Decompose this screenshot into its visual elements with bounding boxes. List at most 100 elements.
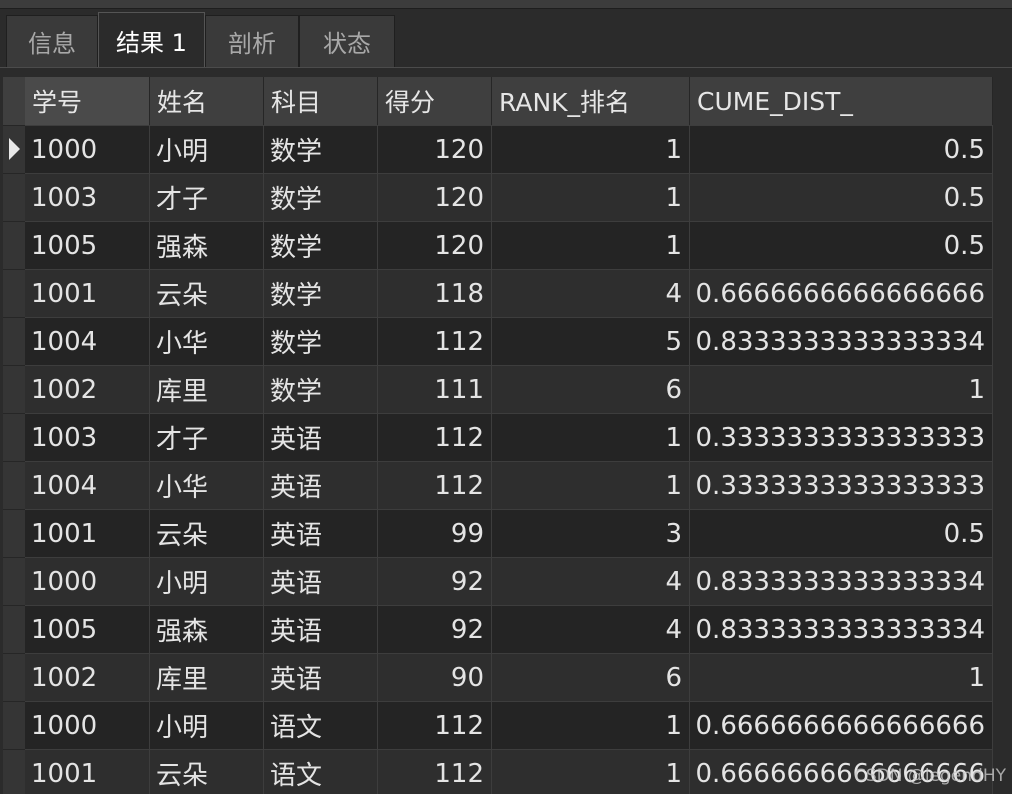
cell-student-id[interactable]: 1003 — [25, 413, 150, 461]
cell-score[interactable]: 112 — [378, 461, 492, 509]
cell-cume-dist[interactable]: 0.5 — [690, 221, 993, 269]
cell-rank[interactable]: 1 — [492, 125, 690, 173]
cell-name[interactable]: 强森 — [150, 221, 264, 269]
cell-subject[interactable]: 语文 — [264, 701, 378, 749]
cell-student-id[interactable]: 1001 — [25, 749, 150, 794]
cell-rank[interactable]: 1 — [492, 413, 690, 461]
cell-score[interactable]: 112 — [378, 749, 492, 794]
cell-subject[interactable]: 英语 — [264, 557, 378, 605]
row-selector[interactable] — [3, 461, 25, 509]
cell-subject[interactable]: 数学 — [264, 269, 378, 317]
cell-subject[interactable]: 语文 — [264, 749, 378, 794]
tab-info[interactable]: 信息 — [6, 15, 98, 67]
cell-rank[interactable]: 6 — [492, 653, 690, 701]
row-selector[interactable] — [3, 701, 25, 749]
cell-subject[interactable]: 英语 — [264, 605, 378, 653]
cell-score[interactable]: 99 — [378, 509, 492, 557]
cell-subject[interactable]: 英语 — [264, 461, 378, 509]
header-col-subject[interactable]: 科目 — [264, 77, 378, 125]
cell-cume-dist[interactable]: 0.8333333333333334 — [690, 317, 993, 365]
cell-cume-dist[interactable]: 0.5 — [690, 125, 993, 173]
cell-cume-dist[interactable]: 1 — [690, 365, 993, 413]
cell-rank[interactable]: 1 — [492, 173, 690, 221]
tab-result-1[interactable]: 结果 1 — [98, 12, 205, 67]
cell-name[interactable]: 才子 — [150, 413, 264, 461]
cell-rank[interactable]: 5 — [492, 317, 690, 365]
header-col-score[interactable]: 得分 — [378, 77, 492, 125]
cell-name[interactable]: 小华 — [150, 461, 264, 509]
row-selector[interactable] — [3, 749, 25, 794]
cell-subject[interactable]: 英语 — [264, 509, 378, 557]
header-col-student-id[interactable]: 学号 — [25, 77, 150, 125]
row-selector[interactable] — [3, 125, 25, 173]
cell-student-id[interactable]: 1002 — [25, 365, 150, 413]
cell-cume-dist[interactable]: 0.5 — [690, 509, 993, 557]
cell-name[interactable]: 强森 — [150, 605, 264, 653]
cell-score[interactable]: 120 — [378, 173, 492, 221]
cell-cume-dist[interactable]: 0.5 — [690, 173, 993, 221]
cell-student-id[interactable]: 1004 — [25, 461, 150, 509]
cell-rank[interactable]: 1 — [492, 749, 690, 794]
row-selector[interactable] — [3, 413, 25, 461]
cell-subject[interactable]: 数学 — [264, 317, 378, 365]
cell-subject[interactable]: 英语 — [264, 413, 378, 461]
cell-student-id[interactable]: 1001 — [25, 269, 150, 317]
cell-student-id[interactable]: 1000 — [25, 557, 150, 605]
cell-subject[interactable]: 数学 — [264, 221, 378, 269]
cell-score[interactable]: 92 — [378, 557, 492, 605]
row-selector[interactable] — [3, 365, 25, 413]
row-selector[interactable] — [3, 605, 25, 653]
row-selector[interactable] — [3, 221, 25, 269]
cell-subject[interactable]: 数学 — [264, 173, 378, 221]
cell-subject[interactable]: 数学 — [264, 365, 378, 413]
cell-score[interactable]: 120 — [378, 125, 492, 173]
cell-student-id[interactable]: 1000 — [25, 125, 150, 173]
cell-name[interactable]: 小明 — [150, 557, 264, 605]
tab-profile[interactable]: 剖析 — [205, 15, 299, 67]
cell-student-id[interactable]: 1005 — [25, 605, 150, 653]
cell-score[interactable]: 120 — [378, 221, 492, 269]
cell-cume-dist[interactable]: 0.8333333333333334 — [690, 557, 993, 605]
cell-score[interactable]: 112 — [378, 317, 492, 365]
cell-cume-dist[interactable]: 0.6666666666666666 — [690, 701, 993, 749]
cell-cume-dist[interactable]: 0.3333333333333333 — [690, 461, 993, 509]
header-col-name[interactable]: 姓名 — [150, 77, 264, 125]
row-selector[interactable] — [3, 557, 25, 605]
cell-subject[interactable]: 英语 — [264, 653, 378, 701]
row-selector[interactable] — [3, 269, 25, 317]
cell-rank[interactable]: 4 — [492, 557, 690, 605]
cell-name[interactable]: 云朵 — [150, 509, 264, 557]
cell-student-id[interactable]: 1003 — [25, 173, 150, 221]
cell-student-id[interactable]: 1004 — [25, 317, 150, 365]
cell-cume-dist[interactable]: 0.8333333333333334 — [690, 605, 993, 653]
cell-subject[interactable]: 数学 — [264, 125, 378, 173]
cell-score[interactable]: 118 — [378, 269, 492, 317]
cell-name[interactable]: 才子 — [150, 173, 264, 221]
cell-score[interactable]: 111 — [378, 365, 492, 413]
cell-cume-dist[interactable]: 0.6666666666666666 — [690, 269, 993, 317]
cell-rank[interactable]: 1 — [492, 221, 690, 269]
cell-rank[interactable]: 4 — [492, 269, 690, 317]
tab-status[interactable]: 状态 — [299, 15, 395, 67]
row-selector[interactable] — [3, 173, 25, 221]
header-col-rank[interactable]: RANK_排名 — [492, 77, 690, 125]
cell-cume-dist[interactable]: 0.3333333333333333 — [690, 413, 993, 461]
row-selector[interactable] — [3, 317, 25, 365]
cell-name[interactable]: 云朵 — [150, 269, 264, 317]
cell-score[interactable]: 92 — [378, 605, 492, 653]
row-selector[interactable] — [3, 653, 25, 701]
cell-rank[interactable]: 4 — [492, 605, 690, 653]
cell-student-id[interactable]: 1001 — [25, 509, 150, 557]
cell-rank[interactable]: 1 — [492, 701, 690, 749]
header-col-cume-dist[interactable]: CUME_DIST_ — [690, 77, 993, 125]
cell-name[interactable]: 小华 — [150, 317, 264, 365]
cell-student-id[interactable]: 1005 — [25, 221, 150, 269]
row-selector[interactable] — [3, 509, 25, 557]
result-grid[interactable]: 学号 姓名 科目 得分 RANK_排名 CUME_DIST_ 1000 小明 数学 120 1 0.… — [0, 67, 1012, 794]
cell-rank[interactable]: 3 — [492, 509, 690, 557]
cell-score[interactable]: 112 — [378, 701, 492, 749]
cell-name[interactable]: 小明 — [150, 701, 264, 749]
cell-score[interactable]: 90 — [378, 653, 492, 701]
cell-student-id[interactable]: 1000 — [25, 701, 150, 749]
cell-score[interactable]: 112 — [378, 413, 492, 461]
